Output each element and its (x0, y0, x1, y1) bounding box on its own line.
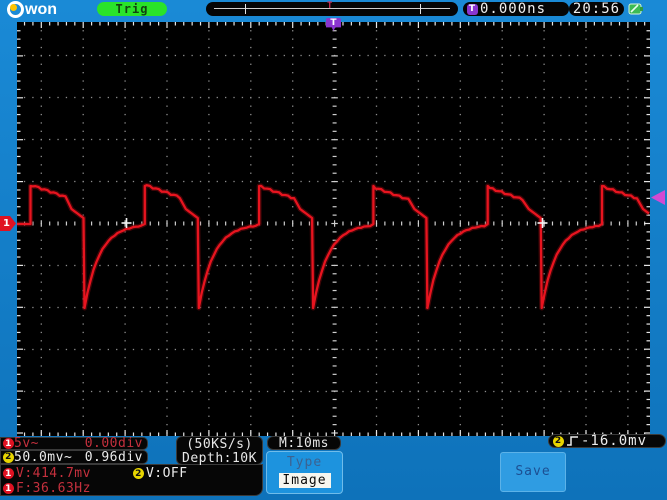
clock: 20:56 (569, 2, 624, 16)
meas-v1-badge: 1 (3, 468, 14, 479)
trigger-status-badge: Trig (97, 2, 167, 16)
window-bracket-left (245, 4, 246, 14)
trigger-t-icon: T (467, 4, 478, 15)
meas-v1-value: V:414.7mv (16, 466, 91, 481)
menu-item-type[interactable]: Type (267, 455, 342, 470)
meas-f1-value: F:36.63Hz (16, 481, 91, 496)
save-button[interactable]: Save (500, 452, 566, 492)
trigger-settings-readout: 2 -16.0mv (548, 434, 666, 448)
ch2-offset: 0.96div (85, 450, 143, 465)
horizontal-position-bar[interactable]: T (206, 2, 458, 16)
owon-logo-text: won (25, 1, 57, 19)
waveform-plot (17, 22, 650, 436)
measurements-box: 1 V:414.7mv 2 V:OFF 1 F:36.63Hz (0, 464, 263, 496)
ch2-scale: 50.0mv~ (14, 450, 72, 465)
trigger-time-readout: T 0.000ns (463, 2, 569, 16)
sample-rate: (50KS/s) (177, 438, 262, 452)
trigger-level-marker (651, 190, 665, 205)
ch1-trace (17, 185, 649, 308)
usb-storage-icon (628, 2, 644, 16)
graticule-grid (17, 22, 650, 436)
meas-v2-badge: 2 (133, 468, 144, 479)
trigger-time-value: 0.000ns (480, 2, 546, 16)
rising-edge-icon (565, 435, 580, 447)
owon-logo: won (7, 1, 57, 18)
trigger-source-badge: 2 (553, 436, 564, 447)
ch2-badge: 2 (3, 452, 14, 463)
side-menu-panel: Type Image (266, 451, 343, 494)
ch1-info-box: 1 5v~ 0.00div (0, 437, 148, 450)
trigger-position-mini-marker: T (327, 1, 332, 11)
record-depth: Depth:10K (177, 452, 262, 466)
meas-f1-badge: 1 (3, 483, 14, 494)
timebase-box: M:10ms (267, 436, 341, 450)
trigger-level-value: -16.0mv (581, 433, 647, 449)
meas-v2-value: V:OFF (146, 466, 188, 481)
sample-rate-box: (50KS/s) Depth:10K (176, 436, 263, 465)
ch1-badge: 1 (3, 438, 14, 449)
window-bracket-right (420, 4, 421, 14)
waveform-display-area (17, 22, 650, 436)
ch1-zero-level-marker: 1 (0, 216, 16, 231)
ch2-info-box: 2 50.0mv~ 0.96div (0, 450, 148, 464)
menu-item-image-selected[interactable]: Image (279, 473, 331, 488)
oscilloscope-screen: won Trig T T 0.000ns 20:56 1 T 1 5v~ 0.0… (0, 0, 667, 500)
owon-logo-o-icon (7, 1, 24, 18)
